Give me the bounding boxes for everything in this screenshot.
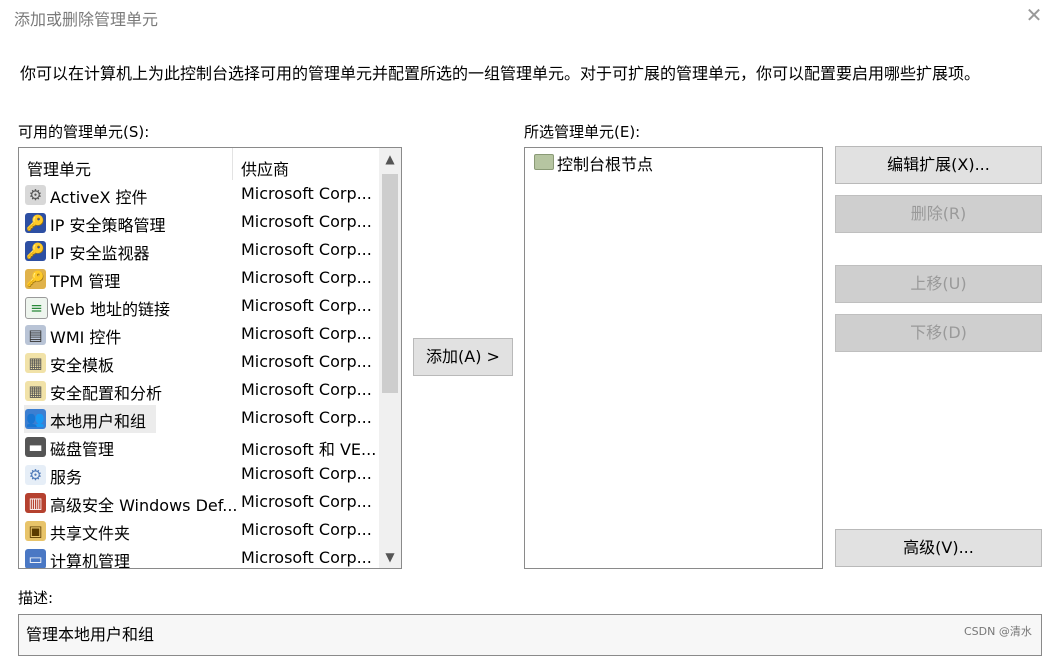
list-scrollbar[interactable]: ▲ ▼ bbox=[379, 148, 401, 568]
wmi-icon: ▤ bbox=[25, 325, 46, 345]
description-label: 描述: bbox=[18, 589, 54, 607]
selected-label: 所选管理单元(E): bbox=[524, 123, 641, 141]
advanced-button[interactable]: 高级(V)... bbox=[835, 529, 1042, 567]
list-item[interactable]: ⚙ ActiveX 控件 Microsoft Corp... bbox=[19, 181, 377, 209]
edit-extensions-button[interactable]: 编辑扩展(X)... bbox=[835, 146, 1042, 184]
ip-security-monitor-icon: 🔑 bbox=[25, 241, 46, 261]
list-item[interactable]: ▥ 高级安全 Windows Def... Microsoft Corp... bbox=[19, 489, 377, 517]
security-config-icon: ▦ bbox=[25, 381, 46, 401]
available-list[interactable]: 管理单元 供应商 ⚙ ActiveX 控件 Microsoft Corp... … bbox=[18, 147, 402, 569]
list-item[interactable]: ▭ 计算机管理 Microsoft Corp... bbox=[19, 545, 377, 568]
column-divider bbox=[232, 148, 233, 180]
watermark: CSDN @清水 bbox=[964, 625, 1032, 638]
description-box: 管理本地用户和组 bbox=[18, 614, 1042, 656]
list-header: 管理单元 供应商 bbox=[19, 148, 377, 180]
list-item[interactable]: ⚙ 服务 Microsoft Corp... bbox=[19, 461, 377, 489]
list-item[interactable]: ▦ 安全配置和分析 Microsoft Corp... bbox=[19, 377, 377, 405]
folder-icon bbox=[534, 154, 554, 170]
available-label: 可用的管理单元(S): bbox=[18, 123, 150, 141]
activex-icon: ⚙ bbox=[25, 185, 46, 205]
firewall-icon: ▥ bbox=[25, 493, 46, 513]
column-header-vendor[interactable]: 供应商 bbox=[241, 156, 289, 180]
web-link-icon: ≡ bbox=[25, 297, 48, 319]
move-up-button[interactable]: 上移(U) bbox=[835, 265, 1042, 303]
chevron-up-icon[interactable]: ▲ bbox=[379, 148, 401, 170]
list-item[interactable]: 🔑 IP 安全策略管理 Microsoft Corp... bbox=[19, 209, 377, 237]
move-down-button[interactable]: 下移(D) bbox=[835, 314, 1042, 352]
list-item-selected[interactable]: 👥 本地用户和组 Microsoft Corp... bbox=[19, 405, 377, 433]
list-item[interactable]: ▤ WMI 控件 Microsoft Corp... bbox=[19, 321, 377, 349]
list-item[interactable]: 🔑 IP 安全监视器 Microsoft Corp... bbox=[19, 237, 377, 265]
local-users-icon: 👥 bbox=[25, 409, 46, 429]
close-icon[interactable]: ✕ bbox=[1024, 5, 1044, 25]
remove-button[interactable]: 删除(R) bbox=[835, 195, 1042, 233]
window-title: 添加或删除管理单元 bbox=[14, 10, 159, 29]
list-item[interactable]: ≡ Web 地址的链接 Microsoft Corp... bbox=[19, 293, 377, 321]
computer-management-icon: ▭ bbox=[25, 549, 46, 568]
selected-list[interactable]: 控制台根节点 bbox=[524, 147, 823, 569]
list-item[interactable]: ▦ 安全模板 Microsoft Corp... bbox=[19, 349, 377, 377]
list-item[interactable]: ▣ 共享文件夹 Microsoft Corp... bbox=[19, 517, 377, 545]
shared-folders-icon: ▣ bbox=[25, 521, 46, 541]
add-button[interactable]: 添加(A) > bbox=[413, 338, 513, 376]
scrollbar-thumb[interactable] bbox=[382, 174, 398, 393]
intro-text: 你可以在计算机上为此控制台选择可用的管理单元并配置所选的一组管理单元。对于可扩展… bbox=[20, 64, 981, 83]
column-header-snapin[interactable]: 管理单元 bbox=[27, 156, 91, 180]
tree-item-root[interactable]: 控制台根节点 bbox=[525, 148, 822, 176]
list-item[interactable]: 🔑 TPM 管理 Microsoft Corp... bbox=[19, 265, 377, 293]
services-icon: ⚙ bbox=[25, 465, 46, 485]
list-item[interactable]: ▬ 磁盘管理 Microsoft 和 VE... bbox=[19, 433, 377, 461]
tpm-icon: 🔑 bbox=[25, 269, 46, 289]
security-template-icon: ▦ bbox=[25, 353, 46, 373]
description-text: 管理本地用户和组 bbox=[26, 625, 155, 644]
disk-management-icon: ▬ bbox=[25, 437, 46, 457]
ip-security-policy-icon: 🔑 bbox=[25, 213, 46, 233]
chevron-down-icon[interactable]: ▼ bbox=[379, 546, 401, 568]
